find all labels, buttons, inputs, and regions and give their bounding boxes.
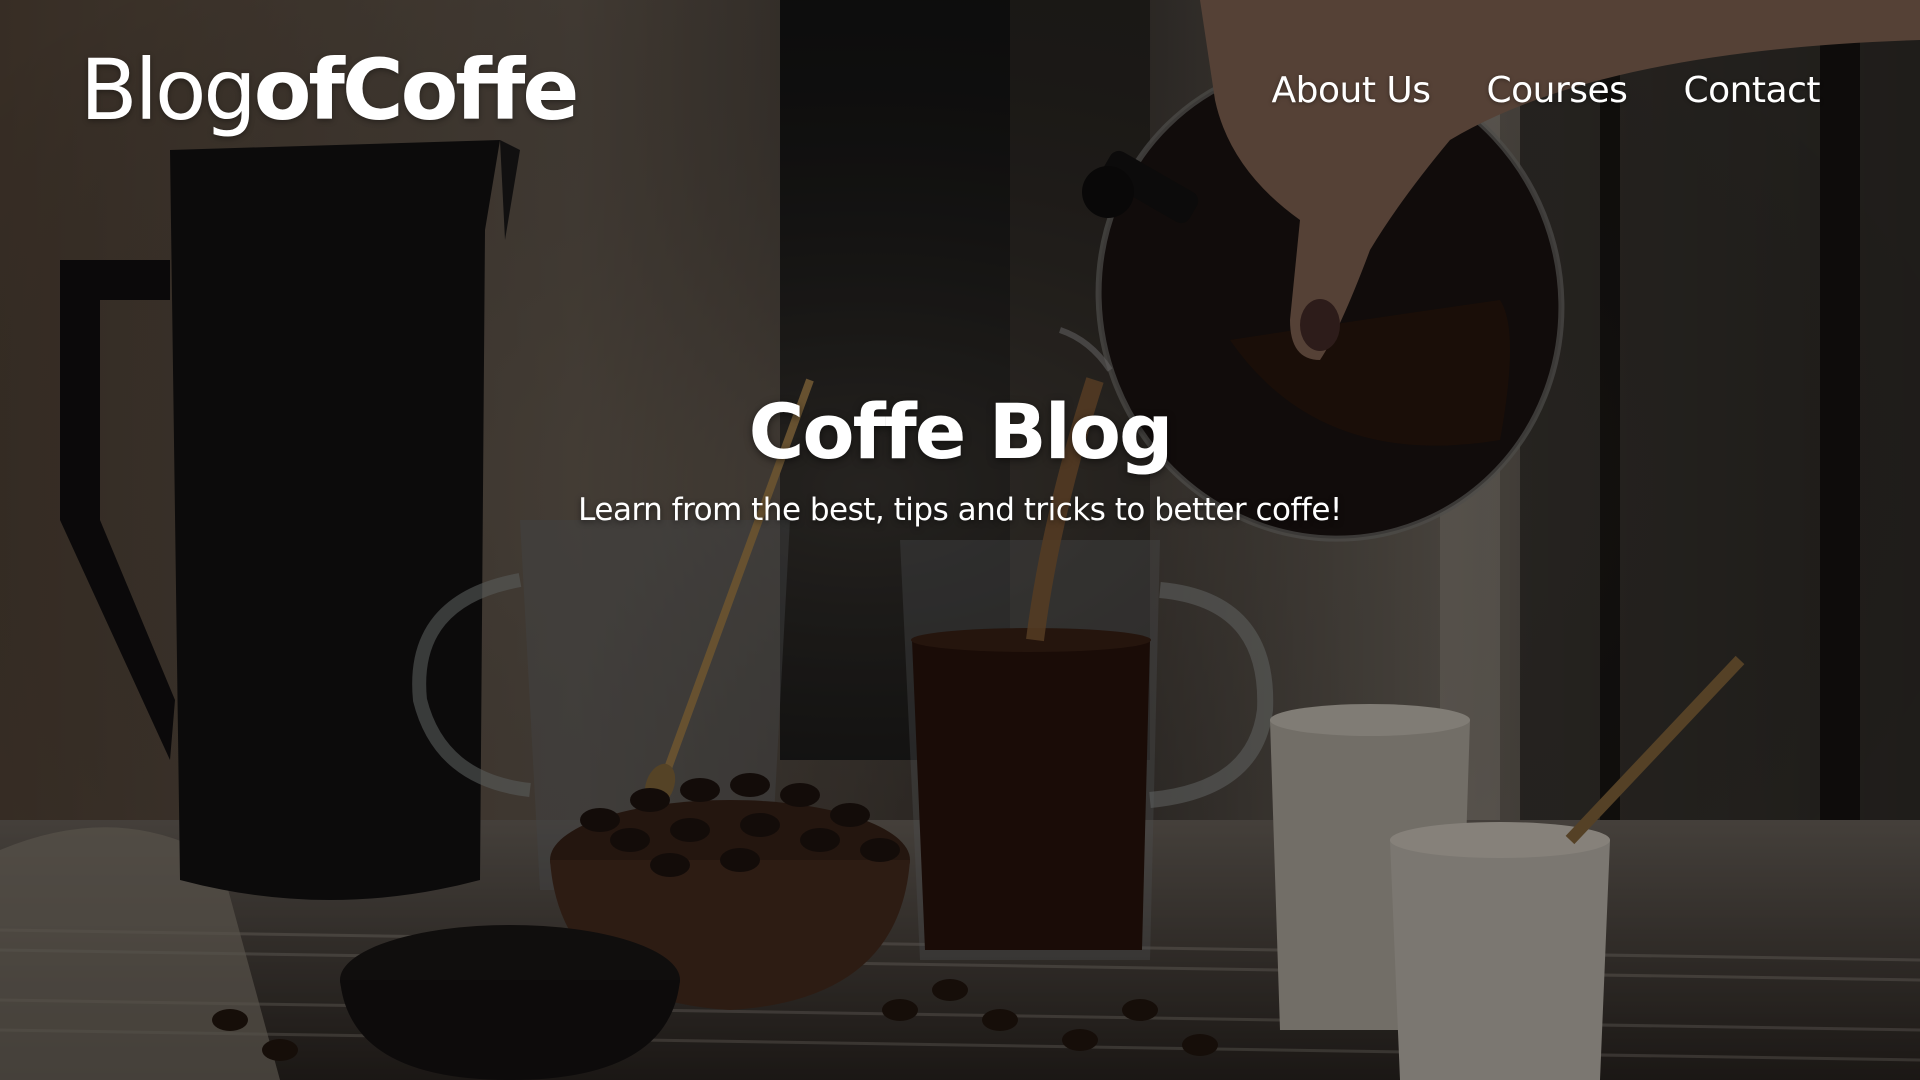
logo-text-light: Blog	[80, 41, 257, 139]
hero-subtitle: Learn from the best, tips and tricks to …	[578, 491, 1342, 528]
logo-text-bold: ofCoffe	[253, 41, 580, 139]
hero-section: BlogofCoffe About Us Courses Contact Cof…	[0, 0, 1920, 1080]
site-logo[interactable]: BlogofCoffe	[80, 48, 579, 132]
hero-background-image	[0, 0, 1920, 1080]
nav-link-courses[interactable]: Courses	[1486, 70, 1627, 111]
hero-content: Coffe Blog Learn from the best, tips and…	[0, 390, 1920, 528]
hero-title: Coffe Blog	[748, 387, 1174, 476]
main-nav: About Us Courses Contact	[1272, 70, 1821, 111]
nav-link-contact[interactable]: Contact	[1683, 70, 1820, 111]
nav-link-about-us[interactable]: About Us	[1272, 70, 1431, 111]
site-header: BlogofCoffe About Us Courses Contact	[80, 30, 1820, 150]
